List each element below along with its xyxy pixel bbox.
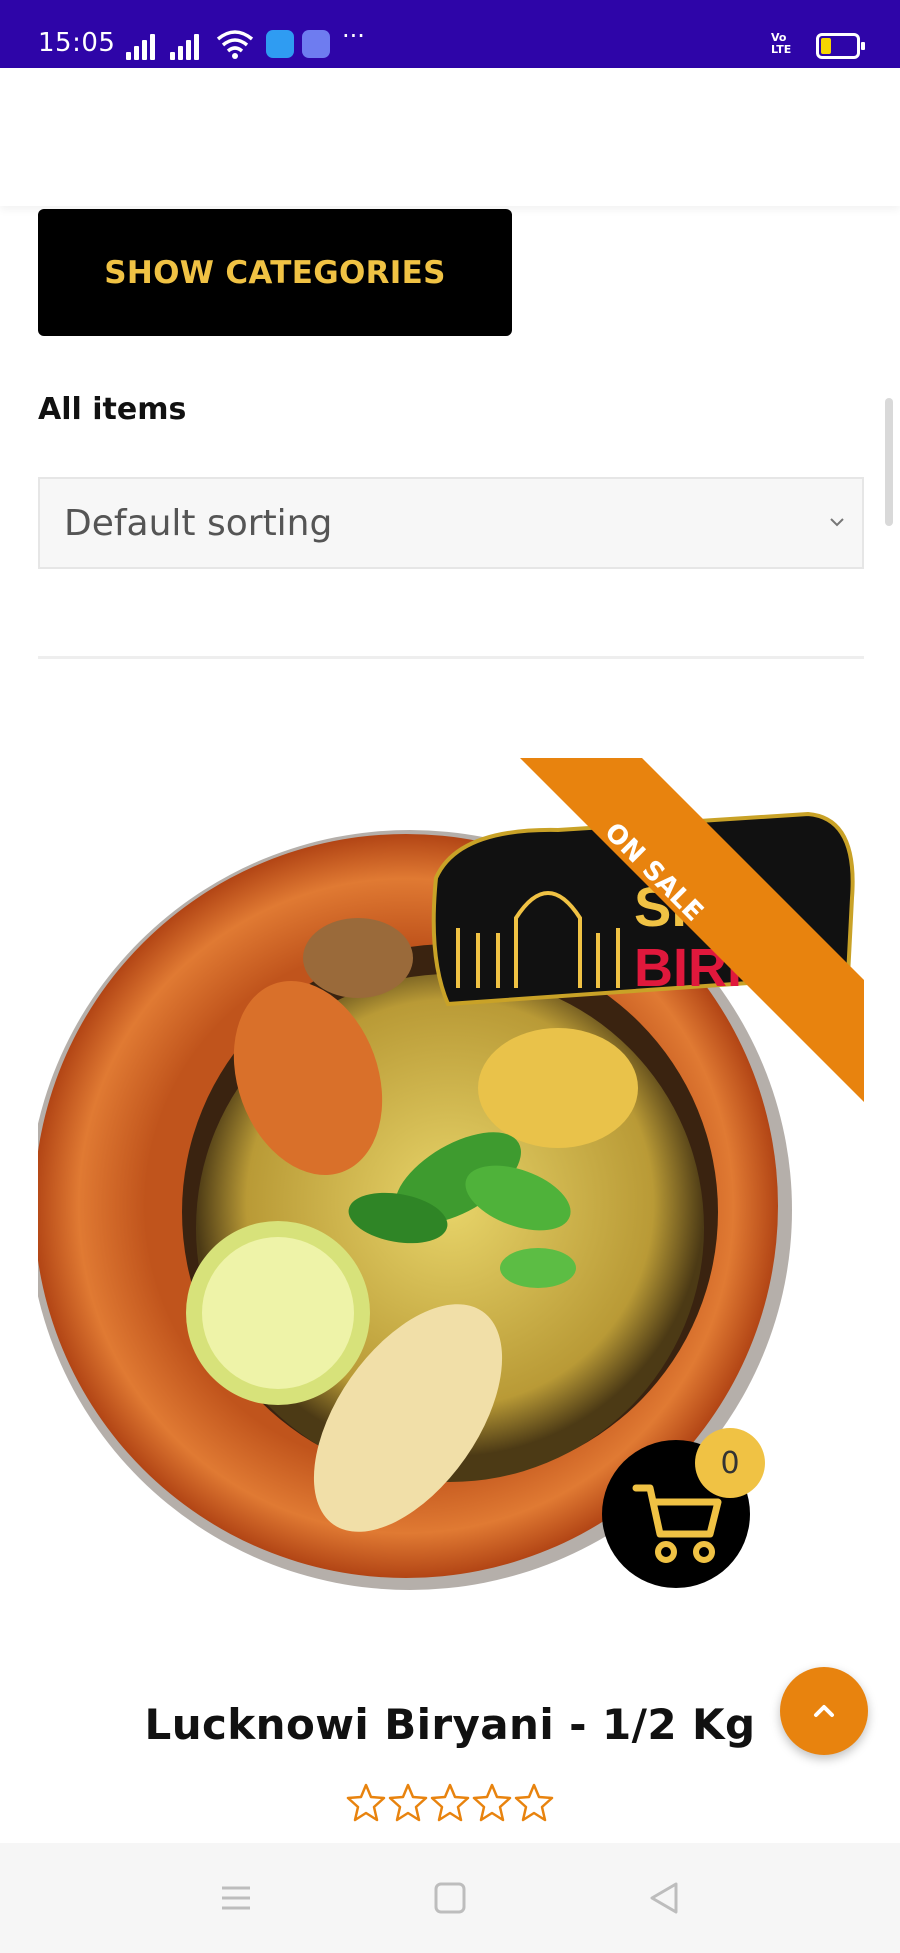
more-notifications-icon: ···	[342, 22, 365, 50]
status-bar: 15:05 ··· Vo LTE	[0, 0, 900, 68]
star-icon	[388, 1783, 428, 1822]
all-items-label: All items	[38, 392, 187, 427]
sort-selected-value: Default sorting	[64, 502, 333, 544]
cart-count-badge: 0	[695, 1428, 765, 1498]
star-icon	[472, 1783, 512, 1822]
show-categories-button[interactable]: SHOW CATEGORIES	[38, 209, 512, 336]
wifi-icon	[216, 30, 254, 59]
status-time: 15:05	[38, 28, 116, 58]
divider	[38, 656, 864, 659]
scrollbar[interactable]	[885, 398, 893, 526]
product-title[interactable]: Lucknowi Biryani - 1/2 Kg	[0, 1700, 900, 1749]
home-icon[interactable]	[430, 1878, 470, 1918]
menu-icon[interactable]	[216, 1878, 256, 1918]
system-nav-bar	[0, 1843, 900, 1953]
app-notification-icon	[302, 30, 330, 58]
chevron-down-icon	[830, 518, 844, 527]
volte-indicator: Vo LTE	[771, 31, 792, 56]
battery-level	[821, 38, 831, 54]
app-notification-icon	[266, 30, 294, 58]
signal-icon	[170, 30, 206, 60]
back-icon[interactable]	[644, 1878, 684, 1918]
star-icon	[346, 1783, 386, 1822]
rating-stars	[346, 1782, 556, 1826]
battery-icon	[816, 33, 865, 59]
star-icon	[430, 1783, 470, 1822]
star-icon	[514, 1783, 554, 1822]
scroll-to-top-button[interactable]	[780, 1667, 868, 1755]
sort-select[interactable]: Default sorting	[38, 477, 864, 569]
chevron-up-icon	[814, 1705, 834, 1717]
site-header	[0, 68, 900, 206]
signal-icon	[126, 30, 162, 60]
